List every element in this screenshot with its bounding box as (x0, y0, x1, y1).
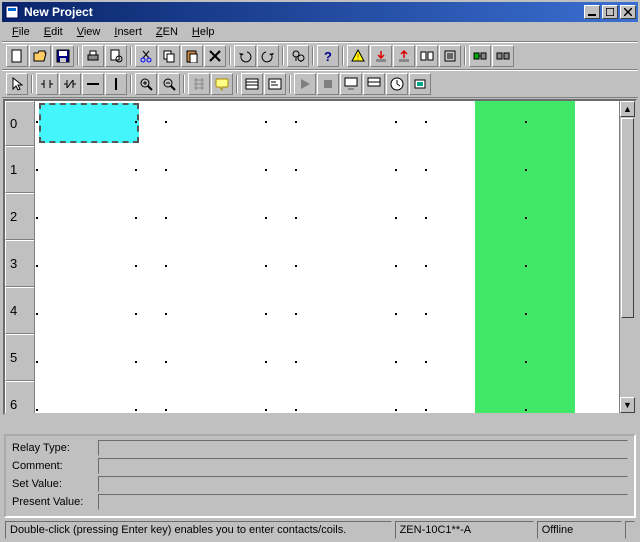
close-button[interactable] (620, 5, 636, 19)
online-button[interactable] (469, 45, 491, 67)
menu-view[interactable]: View (71, 24, 107, 40)
print-preview-button[interactable] (105, 45, 127, 67)
status-grip (625, 521, 635, 539)
separator (310, 45, 316, 67)
error-check-button[interactable]: ! (347, 45, 369, 67)
pointer-tool[interactable] (6, 73, 28, 95)
status-model: ZEN-10C1**-A (395, 521, 534, 539)
row-header-4[interactable]: 4 (5, 287, 34, 334)
ladder-canvas[interactable] (35, 101, 635, 413)
title-bar: New Project (2, 2, 638, 22)
menu-bar: File Edit View Insert ZEN Help (2, 22, 638, 42)
help-button[interactable]: ? (317, 45, 339, 67)
zoom-out-button[interactable] (158, 73, 180, 95)
monitor-a-button[interactable] (340, 73, 362, 95)
contact-no-tool[interactable] (36, 73, 58, 95)
present-value-field (98, 494, 628, 510)
toolbar-main: ? ! (2, 42, 638, 70)
new-button[interactable] (6, 45, 28, 67)
separator (234, 73, 240, 95)
toolbar-ladder (2, 70, 638, 98)
vline-tool[interactable] (105, 73, 127, 95)
set-value-label: Set Value: (12, 478, 98, 490)
open-button[interactable] (29, 45, 51, 67)
app-window: New Project File Edit View Insert ZEN He… (0, 0, 640, 542)
relay-type-field (98, 440, 628, 456)
horizontal-scrollbar-area (3, 416, 637, 432)
vertical-scrollbar[interactable]: ▲ ▼ (619, 101, 635, 413)
download-button[interactable] (370, 45, 392, 67)
cut-button[interactable] (135, 45, 157, 67)
status-connection: Offline (537, 521, 622, 539)
scroll-down-arrow[interactable]: ▼ (620, 397, 635, 413)
separator (128, 45, 134, 67)
minimize-button[interactable] (584, 5, 600, 19)
window-title: New Project (24, 5, 584, 19)
menu-insert[interactable]: Insert (108, 24, 148, 40)
status-bar: Double-click (pressing Enter key) enable… (2, 520, 638, 540)
status-message: Double-click (pressing Enter key) enable… (5, 521, 392, 539)
mnemonic-view-button[interactable] (264, 73, 286, 95)
row-header-6[interactable]: 6 (5, 381, 34, 415)
menu-help[interactable]: Help (186, 24, 221, 40)
comment-field (98, 458, 628, 474)
row-header-3[interactable]: 3 (5, 240, 34, 287)
upload-button[interactable] (393, 45, 415, 67)
row-header-1[interactable]: 1 (5, 146, 34, 193)
settings-button[interactable] (439, 45, 461, 67)
row-header-column: 0 1 2 3 4 5 6 (5, 101, 35, 413)
menu-zen[interactable]: ZEN (150, 24, 184, 40)
comment-toggle-button[interactable] (211, 73, 233, 95)
info-panel: Relay Type: Comment: Set Value: Present … (4, 434, 636, 518)
save-button[interactable] (52, 45, 74, 67)
menu-file[interactable]: File (6, 24, 36, 40)
separator (227, 45, 233, 67)
row-header-2[interactable]: 2 (5, 193, 34, 240)
redo-button[interactable] (257, 45, 279, 67)
offline-button[interactable] (492, 45, 514, 67)
run-button[interactable] (294, 73, 316, 95)
memory-button[interactable] (409, 73, 431, 95)
separator (280, 45, 286, 67)
paste-button[interactable] (181, 45, 203, 67)
contact-nc-tool[interactable] (59, 73, 81, 95)
scroll-up-arrow[interactable]: ▲ (620, 101, 635, 117)
separator (287, 73, 293, 95)
rung-view-button[interactable] (241, 73, 263, 95)
monitor-b-button[interactable] (363, 73, 385, 95)
separator (128, 73, 134, 95)
find-button[interactable] (287, 45, 309, 67)
comment-label: Comment: (12, 460, 98, 472)
menu-edit[interactable]: Edit (38, 24, 69, 40)
svg-text:!: ! (357, 53, 359, 62)
separator (75, 45, 81, 67)
set-value-field (98, 476, 628, 492)
relay-type-label: Relay Type: (12, 442, 98, 454)
app-icon (4, 4, 20, 20)
grid-dots (35, 101, 635, 413)
delete-button[interactable] (204, 45, 226, 67)
print-button[interactable] (82, 45, 104, 67)
grid-button[interactable] (188, 73, 210, 95)
separator (462, 45, 468, 67)
separator (340, 45, 346, 67)
row-header-0[interactable]: 0 (5, 101, 34, 146)
maximize-button[interactable] (602, 5, 618, 19)
compare-button[interactable] (416, 45, 438, 67)
undo-button[interactable] (234, 45, 256, 67)
separator (181, 73, 187, 95)
present-value-label: Present Value: (12, 496, 98, 508)
copy-button[interactable] (158, 45, 180, 67)
clock-set-button[interactable] (386, 73, 408, 95)
stop-button[interactable] (317, 73, 339, 95)
zoom-in-button[interactable] (135, 73, 157, 95)
scroll-thumb[interactable] (621, 118, 634, 318)
separator (29, 73, 35, 95)
row-header-5[interactable]: 5 (5, 334, 34, 381)
hline-tool[interactable] (82, 73, 104, 95)
ladder-workspace: 0 1 2 3 4 5 6 ▲ ▼ (3, 99, 637, 415)
window-buttons (584, 5, 636, 19)
